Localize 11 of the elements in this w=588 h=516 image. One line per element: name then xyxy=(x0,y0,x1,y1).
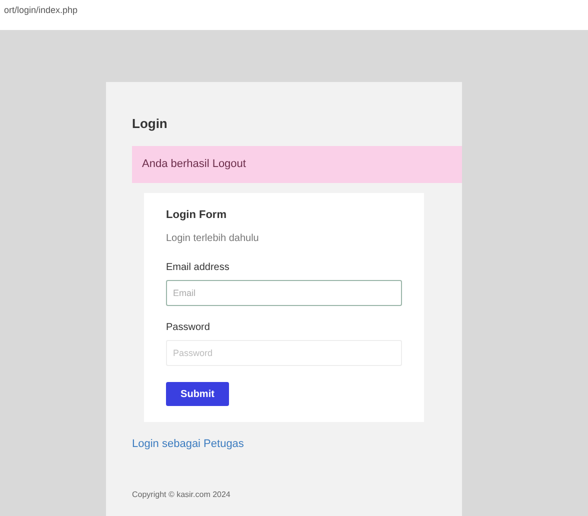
page-title: Login xyxy=(132,115,168,133)
url-text: ort/login/index.php xyxy=(4,5,78,15)
logout-alert: Anda berhasil Logout xyxy=(132,146,462,182)
field-label: Email address xyxy=(166,261,230,275)
form-subtitle: Login terlebih dahulu xyxy=(166,232,260,246)
input-field[interactable]: Email xyxy=(166,280,402,306)
submit-button[interactable]: Submit xyxy=(166,382,229,406)
officer-login-link[interactable]: Login sebagai Petugas xyxy=(132,436,436,452)
copyright-text: Copyright © kasir.com 2024 xyxy=(132,488,232,500)
field-label: Password xyxy=(166,321,211,335)
form-title: Login Form xyxy=(166,208,228,222)
